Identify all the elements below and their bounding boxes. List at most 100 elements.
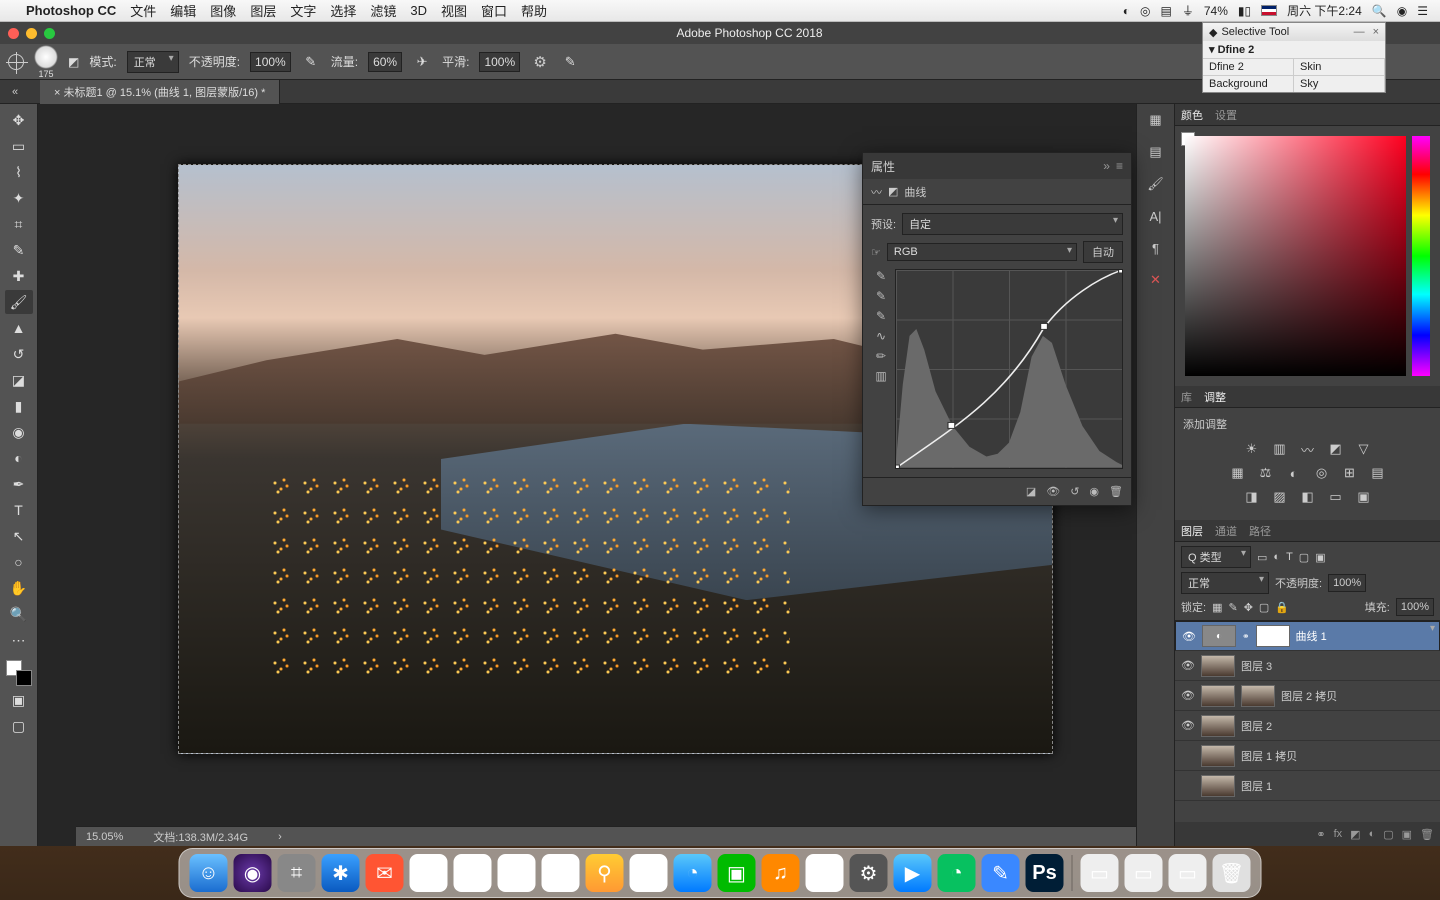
siri-icon[interactable]: ◉ <box>1397 4 1407 18</box>
safari-icon[interactable]: ✱ <box>322 854 360 892</box>
sample-white-icon[interactable]: ✎ <box>876 309 886 323</box>
invert-icon[interactable]: ◨ <box>1243 488 1261 506</box>
collapse-icon[interactable]: » <box>1103 159 1110 173</box>
flow-input[interactable]: 60% <box>368 52 402 72</box>
wifi-icon[interactable]: ⏚ <box>1182 2 1194 19</box>
minimize-icon[interactable]: — <box>1354 26 1365 38</box>
cloud-status-icon[interactable]: ◎ <box>1140 4 1150 18</box>
dodge-tool-icon[interactable]: ◐ <box>5 446 33 470</box>
menu-help[interactable]: 帮助 <box>521 1 547 20</box>
layer-thumb[interactable] <box>1201 655 1235 677</box>
draw-curve-icon[interactable]: ✏ <box>876 349 886 363</box>
clock[interactable]: 周六 下午2:24 <box>1287 2 1362 19</box>
airbrush-icon[interactable]: ✈ <box>412 52 432 72</box>
mask-thumb[interactable] <box>1256 625 1290 647</box>
menu-3d[interactable]: 3D <box>410 3 427 18</box>
lock-all-icon[interactable]: 🔒 <box>1275 601 1289 614</box>
lock-artboard-icon[interactable]: ▢ <box>1259 601 1269 614</box>
layer-name[interactable]: 图层 1 <box>1241 778 1272 794</box>
lasso-tool-icon[interactable]: ⌇ <box>5 160 33 184</box>
finder-icon[interactable]: ☺ <box>190 854 228 892</box>
display-icon[interactable]: ▤ <box>1160 4 1171 18</box>
curves-icon[interactable]: 〰 <box>1299 440 1317 458</box>
filter-type-icon[interactable]: T <box>1286 551 1293 563</box>
reminders-icon[interactable]: ☑ <box>542 854 580 892</box>
wechat-status-icon[interactable]: ◐ <box>1123 4 1130 18</box>
layer-opacity-input[interactable]: 100% <box>1328 574 1366 592</box>
itunes-icon[interactable]: ♫ <box>762 854 800 892</box>
input-source-icon[interactable] <box>1261 5 1277 16</box>
battery-icon[interactable]: ▮▯ <box>1238 4 1251 18</box>
stamp-tool-icon[interactable]: ▲ <box>5 316 33 340</box>
wechat-icon[interactable]: ◔ <box>938 854 976 892</box>
facetime-icon[interactable]: ▣ <box>718 854 756 892</box>
layer-name[interactable]: 图层 2 拷贝 <box>1281 688 1337 704</box>
channels-panel-tab[interactable]: 通道 <box>1215 523 1237 539</box>
auto-button[interactable]: 自动 <box>1083 241 1123 263</box>
levels-icon[interactable]: ▥ <box>1271 440 1289 458</box>
selective-tool-row[interactable]: Background Sky <box>1203 75 1385 92</box>
selective-tool-row[interactable]: Dfine 2 Skin <box>1203 58 1385 75</box>
screen-mode-icon[interactable]: ▢ <box>5 714 33 738</box>
blend-mode-select[interactable]: 正常 <box>1181 572 1269 594</box>
layer-thumb[interactable] <box>1201 685 1235 707</box>
gradient-map-icon[interactable]: ▭ <box>1327 488 1345 506</box>
sample-black-icon[interactable]: ✎ <box>876 269 886 283</box>
library-panel-tab[interactable]: 库 <box>1181 389 1192 405</box>
brushes-panel-icon[interactable]: 🖌 <box>1144 172 1168 196</box>
calendar-icon[interactable]: 14 <box>454 854 492 892</box>
mail-icon[interactable]: ✉ <box>366 854 404 892</box>
reset-icon[interactable]: ↺ <box>1070 485 1079 498</box>
new-adjustment-icon[interactable]: ◐ <box>1369 828 1376 840</box>
visibility-toggle-icon[interactable]: 👁 <box>1182 630 1196 643</box>
balance-icon[interactable]: ⚖ <box>1257 464 1275 482</box>
contacts-icon[interactable]: ☎ <box>410 854 448 892</box>
filter-image-icon[interactable]: ▭ <box>1257 551 1267 564</box>
player-icon[interactable]: ▶ <box>894 854 932 892</box>
marquee-tool-icon[interactable]: ▭ <box>5 134 33 158</box>
color-saturation-value[interactable] <box>1185 136 1406 376</box>
dock-file-2[interactable]: ▭ <box>1125 854 1163 892</box>
notification-center-icon[interactable]: ☰ <box>1417 4 1428 18</box>
posterize-icon[interactable]: ▨ <box>1271 488 1289 506</box>
pressure-size-icon[interactable]: ✎ <box>560 52 580 72</box>
channel-select[interactable]: RGB <box>887 243 1077 261</box>
lock-transparent-icon[interactable]: ▦ <box>1212 601 1222 614</box>
close-icon[interactable]: × <box>1373 26 1379 38</box>
layer-row[interactable]: 图层 1 拷贝 <box>1175 741 1440 771</box>
layer-row[interactable]: 👁图层 2 <box>1175 711 1440 741</box>
layer-mask-thumb[interactable] <box>1241 685 1275 707</box>
link-mask-icon[interactable]: ⚭ <box>1242 631 1250 642</box>
blend-mode-select[interactable]: 正常 <box>127 51 179 73</box>
home-icon[interactable]: « <box>12 86 18 98</box>
vibrance-icon[interactable]: ▽ <box>1355 440 1373 458</box>
photoshop-icon[interactable]: Ps <box>1026 854 1064 892</box>
zoom-level[interactable]: 15.05% <box>86 831 123 843</box>
selective-color-icon[interactable]: ▣ <box>1355 488 1373 506</box>
photos-icon[interactable]: ✿ <box>630 854 668 892</box>
trash-icon[interactable]: 🗑 <box>1109 485 1123 498</box>
quick-select-tool-icon[interactable]: ✦ <box>5 186 33 210</box>
layer-name[interactable]: 图层 2 <box>1241 718 1272 734</box>
bw-icon[interactable]: ◐ <box>1285 464 1303 482</box>
opacity-input[interactable]: 100% <box>250 52 291 72</box>
prev-state-icon[interactable]: ◉ <box>1089 485 1099 498</box>
hand-tool-icon[interactable]: ✋ <box>5 576 33 600</box>
hand-target-icon[interactable]: ☞ <box>871 246 881 259</box>
layer-row[interactable]: 图层 1 <box>1175 771 1440 801</box>
blur-tool-icon[interactable]: ◉ <box>5 420 33 444</box>
history-brush-tool-icon[interactable]: ↺ <box>5 342 33 366</box>
layers-panel-tab[interactable]: 图层 <box>1181 523 1203 539</box>
app-icon[interactable]: ✎ <box>982 854 1020 892</box>
sample-gray-icon[interactable]: ✎ <box>876 289 886 303</box>
messages-icon[interactable]: ◔ <box>674 854 712 892</box>
layer-name[interactable]: 曲线 1 <box>1296 628 1327 644</box>
brightness-icon[interactable]: ☀ <box>1243 440 1261 458</box>
preset-select[interactable]: 自定 <box>902 213 1123 235</box>
eyedropper-tool-icon[interactable]: ✎ <box>5 238 33 262</box>
menu-edit[interactable]: 编辑 <box>170 1 196 20</box>
filter-smart-icon[interactable]: ▣ <box>1315 551 1325 564</box>
notes-icon[interactable]: ✎ <box>498 854 536 892</box>
healing-tool-icon[interactable]: ✚ <box>5 264 33 288</box>
layer-mask-icon[interactable]: ◩ <box>1350 828 1360 841</box>
